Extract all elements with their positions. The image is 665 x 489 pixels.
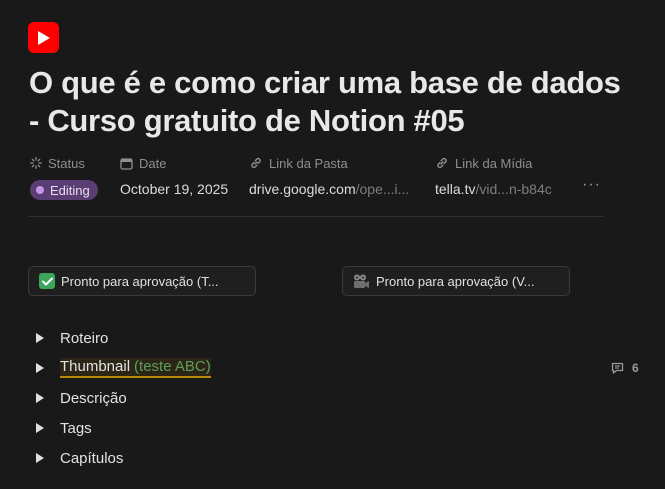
- link-icon: [251, 157, 261, 169]
- toggle-arrow-icon[interactable]: [36, 393, 44, 403]
- toggle-arrow-icon[interactable]: [36, 423, 44, 433]
- film-camera-icon: [353, 273, 370, 289]
- toggle-tags[interactable]: Tags: [36, 415, 92, 441]
- status-label: Status: [48, 155, 85, 171]
- toggle-capitulos[interactable]: Capítulos: [36, 445, 123, 471]
- more-properties-button[interactable]: ···: [582, 176, 601, 194]
- property-media-link[interactable]: Link da Mídia tella.tv/vid...n-b84c: [435, 154, 552, 198]
- comment-count: 6: [632, 361, 639, 375]
- calendar-icon: [120, 157, 133, 170]
- approve-thumbnail-label: Pronto para aprovação (T...: [61, 273, 219, 289]
- check-mark-icon: [39, 273, 55, 289]
- property-status[interactable]: Status Editing: [30, 154, 98, 200]
- toggle-roteiro[interactable]: Roteiro: [36, 325, 108, 351]
- page-title[interactable]: O que é e como criar uma base de dados -…: [29, 64, 629, 140]
- approve-video-button[interactable]: Pronto para aprovação (V...: [342, 266, 570, 296]
- toggle-arrow-icon[interactable]: [36, 363, 44, 373]
- comments-indicator[interactable]: 6: [611, 361, 639, 375]
- toggle-descricao[interactable]: Descrição: [36, 385, 127, 411]
- divider: [28, 216, 604, 217]
- folder-link-label: Link da Pasta: [269, 155, 348, 171]
- toggle-thumbnail[interactable]: Thumbnail (teste ABC): [36, 355, 211, 381]
- media-link-value[interactable]: tella.tv/vid...n-b84c: [435, 181, 552, 197]
- comment-icon: [611, 362, 624, 374]
- toggle-arrow-icon[interactable]: [36, 333, 44, 343]
- status-dot-icon: [36, 186, 44, 194]
- folder-link-value[interactable]: drive.google.com/ope...i...: [249, 181, 409, 197]
- date-label: Date: [139, 155, 167, 171]
- youtube-icon[interactable]: [28, 22, 59, 53]
- status-icon: [30, 157, 42, 169]
- date-value: October 19, 2025: [120, 181, 229, 197]
- media-link-label: Link da Mídia: [455, 155, 533, 171]
- status-badge[interactable]: Editing: [30, 180, 98, 200]
- commented-highlight[interactable]: Thumbnail (teste ABC): [60, 358, 211, 378]
- toggle-arrow-icon[interactable]: [36, 453, 44, 463]
- status-value: Editing: [50, 182, 90, 198]
- property-date[interactable]: Date October 19, 2025: [120, 154, 228, 198]
- link-icon: [437, 157, 447, 169]
- approve-thumbnail-button[interactable]: Pronto para aprovação (T...: [28, 266, 256, 296]
- approve-video-label: Pronto para aprovação (V...: [376, 273, 535, 289]
- property-folder-link[interactable]: Link da Pasta drive.google.com/ope...i..…: [249, 154, 409, 198]
